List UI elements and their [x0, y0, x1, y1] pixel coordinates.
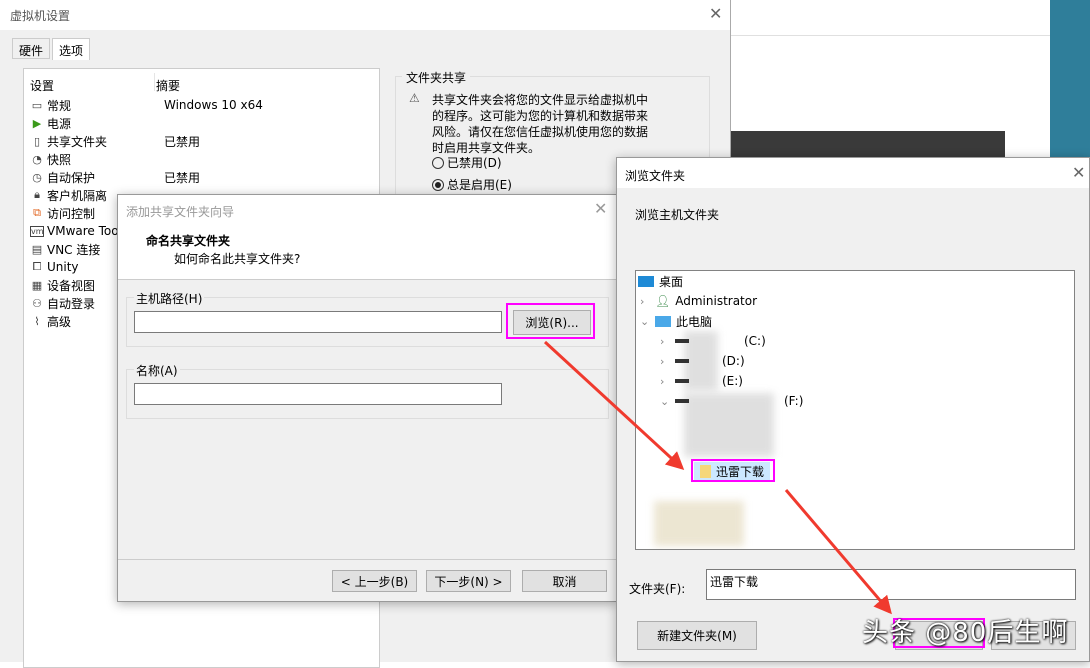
cancel-button[interactable]: 取消: [522, 570, 607, 592]
tree-item-drive-f[interactable]: ⌄ (F:): [660, 392, 803, 410]
users-icon: ⚇: [32, 296, 42, 310]
dialog-description: 浏览主机文件夹: [635, 208, 720, 222]
add-shared-folder-wizard: 添加共享文件夹向导 ✕ 命名共享文件夹 如何命名此共享文件夹? 主机路径(H) …: [117, 194, 617, 602]
settings-item-power[interactable]: ▶ 电源: [30, 114, 370, 132]
column-header-setting[interactable]: 设置: [30, 77, 54, 94]
watermark: 头条 @80后生啊: [862, 618, 1069, 648]
host-path-label: 主机路径(H): [134, 290, 205, 307]
tab-options[interactable]: 选项: [52, 38, 91, 60]
tree-item-drive-c[interactable]: › (C:): [660, 332, 766, 350]
folder-tree[interactable]: 桌面 › 👤︎ Administrator ⌄ 此电脑 › (C:) › (D:) › (E…: [635, 270, 1075, 550]
user-icon: 👤︎: [655, 294, 671, 308]
wizard-title: 添加共享文件夹向导: [126, 205, 235, 219]
title-bar: [617, 158, 1089, 188]
name-label: 名称(A): [134, 362, 180, 379]
tree-item-drive-e[interactable]: › (E:): [660, 372, 743, 390]
chevron-right-icon: ›: [640, 294, 645, 308]
chevron-down-icon: ⌄: [640, 314, 650, 328]
dialog-title: 浏览文件夹: [625, 169, 686, 183]
host-path-input[interactable]: [134, 311, 502, 333]
folder-sharing-label: 文件夹共享: [402, 69, 471, 86]
monitor-icon: ▭: [31, 98, 43, 112]
tree-item-this-pc[interactable]: ⌄ 此电脑: [640, 312, 712, 330]
chevron-right-icon: ›: [660, 374, 665, 388]
folder-sharing-warning: 共享文件夹会将您的文件显示给虚拟机中的程序。这可能为您的计算机和数据带来风险。请…: [432, 93, 649, 155]
wizard-subheading: 如何命名此共享文件夹?: [174, 252, 301, 266]
tree-item-desktop[interactable]: 桌面: [638, 272, 683, 290]
vm-icon: vm: [30, 225, 44, 237]
clock-icon: ◷: [32, 170, 42, 184]
warning-icon: ⚠: [409, 91, 420, 105]
radio-circle: [432, 156, 444, 169]
drive-icon: [675, 359, 689, 363]
settings-item-shared-folders[interactable]: ▯ 共享文件夹 已禁用: [30, 132, 370, 150]
unity-icon: ⧠: [32, 260, 42, 273]
snapshot-icon: ◔: [32, 152, 42, 166]
drive-icon: [675, 379, 689, 383]
vnc-icon: ▤: [31, 242, 43, 256]
divider: [118, 559, 616, 560]
title-bar: 虚拟机设置 ✕: [0, 0, 730, 30]
divider: [730, 35, 1050, 36]
play-icon: ▶: [32, 116, 42, 130]
settings-item-autoprotect[interactable]: ◷ 自动保护 已禁用: [30, 168, 370, 186]
radio-disabled[interactable]: 已禁用(D): [432, 154, 502, 171]
desktop-icon: [638, 275, 654, 287]
background-window-strip: [1050, 0, 1090, 160]
radio-circle: [432, 178, 444, 191]
wizard-heading: 命名共享文件夹: [146, 234, 231, 248]
close-icon[interactable]: ✕: [594, 199, 607, 218]
column-header-summary[interactable]: 摘要: [156, 77, 180, 94]
close-icon[interactable]: ✕: [1072, 163, 1085, 182]
blurred-region: [654, 501, 744, 546]
shared-folder-icon: ▯: [33, 134, 41, 148]
device-view-icon: ▦: [31, 278, 43, 292]
window-title: 虚拟机设置: [10, 9, 71, 23]
computer-icon: [655, 315, 671, 327]
access-control-icon: ⧉: [33, 206, 41, 219]
highlight-box: [506, 303, 595, 339]
close-icon[interactable]: ✕: [709, 4, 722, 23]
folder-input[interactable]: 迅雷下载: [706, 569, 1076, 600]
radio-always-enabled[interactable]: 总是启用(E): [432, 176, 512, 193]
settings-item-general[interactable]: ▭ 常规 Windows 10 x64: [30, 96, 370, 114]
tab-hardware[interactable]: 硬件: [12, 38, 51, 59]
chevron-right-icon: ›: [660, 354, 665, 368]
drive-icon: [675, 339, 689, 343]
name-input[interactable]: [134, 383, 502, 405]
tree-item-drive-d[interactable]: › (D:): [660, 352, 745, 370]
drive-icon: [675, 399, 689, 403]
next-button[interactable]: 下一步(N) >: [426, 570, 511, 592]
folder-label: 文件夹(F):: [629, 582, 686, 596]
pulse-icon: ⌇: [34, 314, 40, 328]
highlight-box: [691, 459, 775, 482]
chevron-down-icon: ⌄: [660, 394, 670, 408]
settings-item-snapshot[interactable]: ◔ 快照: [30, 150, 370, 168]
column-divider: [154, 73, 155, 91]
back-button[interactable]: < 上一步(B): [332, 570, 417, 592]
chevron-right-icon: ›: [660, 334, 665, 348]
new-folder-button[interactable]: 新建文件夹(M): [637, 621, 757, 650]
tree-item-administrator[interactable]: › 👤︎ Administrator: [640, 292, 757, 310]
lock-icon: 🔒︎: [34, 188, 40, 201]
browse-folder-dialog: 浏览文件夹 ✕ 浏览主机文件夹 桌面 › 👤︎ Administrator ⌄ 此电脑…: [616, 157, 1090, 662]
